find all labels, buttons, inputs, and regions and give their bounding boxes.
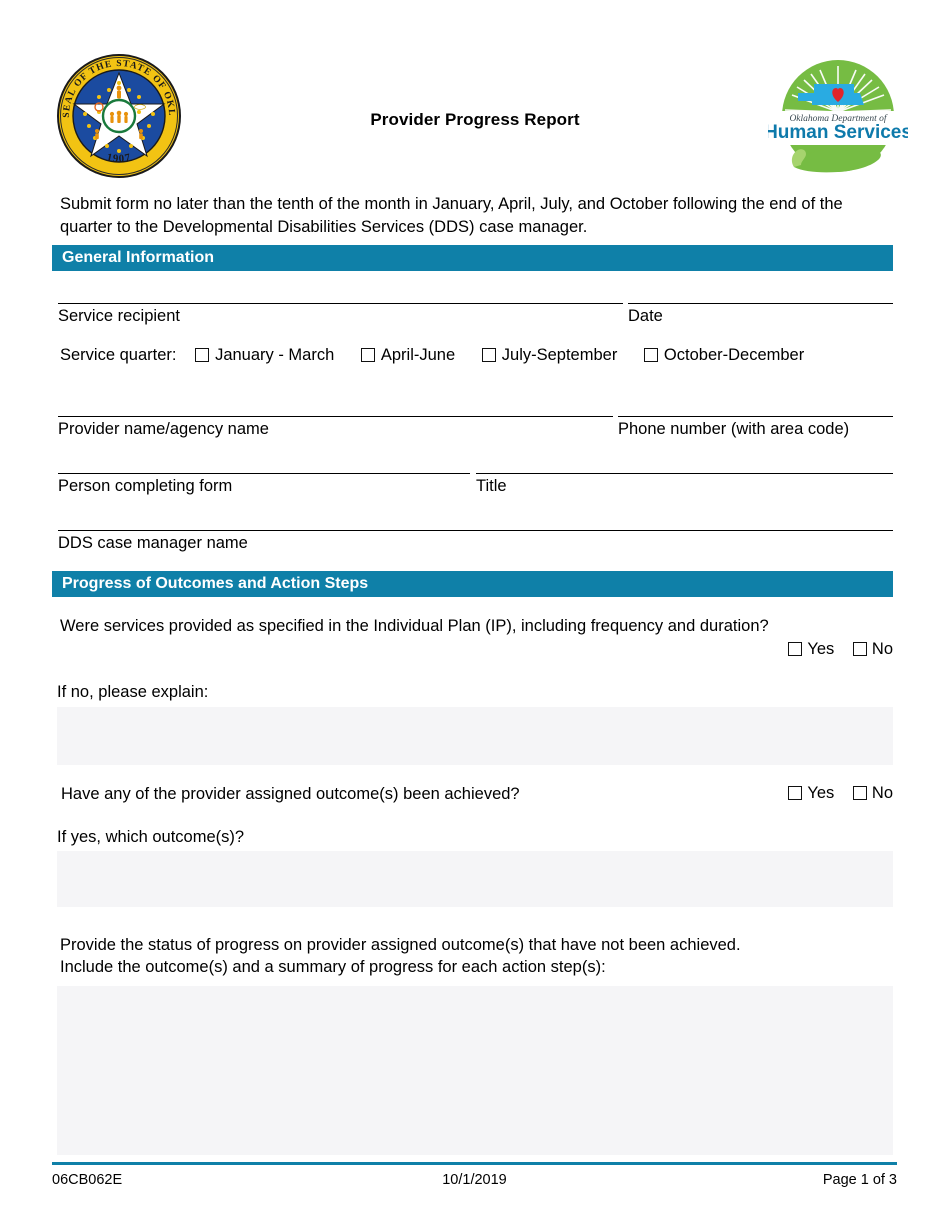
submission-instruction: Submit form no later than the tenth of t… — [60, 195, 843, 236]
service-quarter-label: Service quarter: — [60, 346, 177, 364]
checkbox-q1-yes[interactable] — [788, 642, 803, 656]
yes-option-q1[interactable]: Yes — [788, 640, 834, 658]
checkbox-quarter-apr-jun[interactable] — [360, 348, 375, 362]
quarter-option-label: April-June — [380, 346, 456, 364]
service-recipient-rule — [58, 303, 623, 304]
checkbox-quarter-jul-sep[interactable] — [481, 348, 496, 362]
no-label: No — [871, 784, 893, 802]
person-completing-label: Person completing form — [58, 477, 233, 495]
question-outcomes-achieved: Have any of the provider assigned outcom… — [61, 785, 520, 803]
date-label: Date — [628, 307, 663, 325]
page-number: Page 1 of 3 — [822, 1172, 897, 1188]
yes-option-q2[interactable]: Yes — [788, 784, 834, 802]
checkbox-quarter-oct-dec[interactable] — [643, 348, 658, 362]
question-status-of-progress-line1: Provide the status of progress on provid… — [60, 936, 741, 954]
agency-line2: Human Services — [768, 122, 908, 143]
quarter-option-oct-dec[interactable]: October-December — [643, 346, 805, 364]
checkbox-q1-no[interactable] — [852, 642, 867, 656]
question-outcomes-achieved-answer: Yes No — [788, 784, 893, 803]
status-of-progress-input[interactable] — [57, 986, 893, 1155]
page-header: GREAT SEAL OF THE STATE OF OKLAHOMA 1907 — [0, 0, 950, 178]
yes-label: Yes — [807, 784, 835, 802]
quarter-option-jul-sep[interactable]: July-September — [481, 346, 622, 364]
title-label: Title — [476, 477, 507, 495]
phone-number-rule — [618, 416, 893, 417]
person-completing-rule — [58, 473, 470, 474]
quarter-option-label: October-December — [663, 346, 805, 364]
service-quarter-row: Service quarter: January - March April-J… — [60, 346, 804, 365]
quarter-option-jan-mar[interactable]: January - March — [195, 346, 339, 364]
dds-case-manager-rule — [58, 530, 893, 531]
footer-divider — [52, 1162, 897, 1165]
service-recipient-label: Service recipient — [58, 307, 180, 325]
yes-label: Yes — [807, 640, 835, 658]
quarter-option-label: January - March — [215, 346, 335, 364]
provider-name-rule — [58, 416, 613, 417]
question-services-provided-answer: Yes No — [788, 640, 893, 659]
no-option-q1[interactable]: No — [852, 640, 893, 658]
title-rule — [476, 473, 893, 474]
revision-date: 10/1/2019 — [442, 1172, 507, 1188]
if-yes-which-outcomes-label: If yes, which outcome(s)? — [57, 828, 245, 846]
question-services-provided: Were services provided as specified in t… — [60, 617, 769, 635]
section-header-general-information: General Information — [52, 245, 893, 271]
if-yes-which-outcomes-input[interactable] — [57, 851, 893, 907]
question-status-of-progress-line2: Include the outcome(s) and a summary of … — [60, 958, 606, 976]
section-header-progress-outcomes: Progress of Outcomes and Action Steps — [52, 571, 893, 597]
provider-name-label: Provider name/agency name — [58, 420, 269, 438]
date-rule — [628, 303, 893, 304]
form-page: GREAT SEAL OF THE STATE OF OKLAHOMA 1907 — [0, 0, 950, 1230]
quarter-option-label: July-September — [501, 346, 618, 364]
no-option-q2[interactable]: No — [852, 784, 893, 802]
if-no-explain-input[interactable] — [57, 707, 893, 765]
phone-number-label: Phone number (with area code) — [618, 420, 850, 438]
quarter-option-apr-jun[interactable]: April-June — [360, 346, 460, 364]
no-label: No — [871, 640, 893, 658]
checkbox-q2-no[interactable] — [852, 786, 867, 800]
checkbox-q2-yes[interactable] — [788, 786, 803, 800]
if-no-explain-label: If no, please explain: — [57, 683, 209, 701]
checkbox-quarter-jan-mar[interactable] — [195, 348, 210, 362]
dds-case-manager-label: DDS case manager name — [58, 534, 248, 552]
oklahoma-dhs-logo-icon: Oklahoma Department of Human Services — [764, 57, 912, 175]
